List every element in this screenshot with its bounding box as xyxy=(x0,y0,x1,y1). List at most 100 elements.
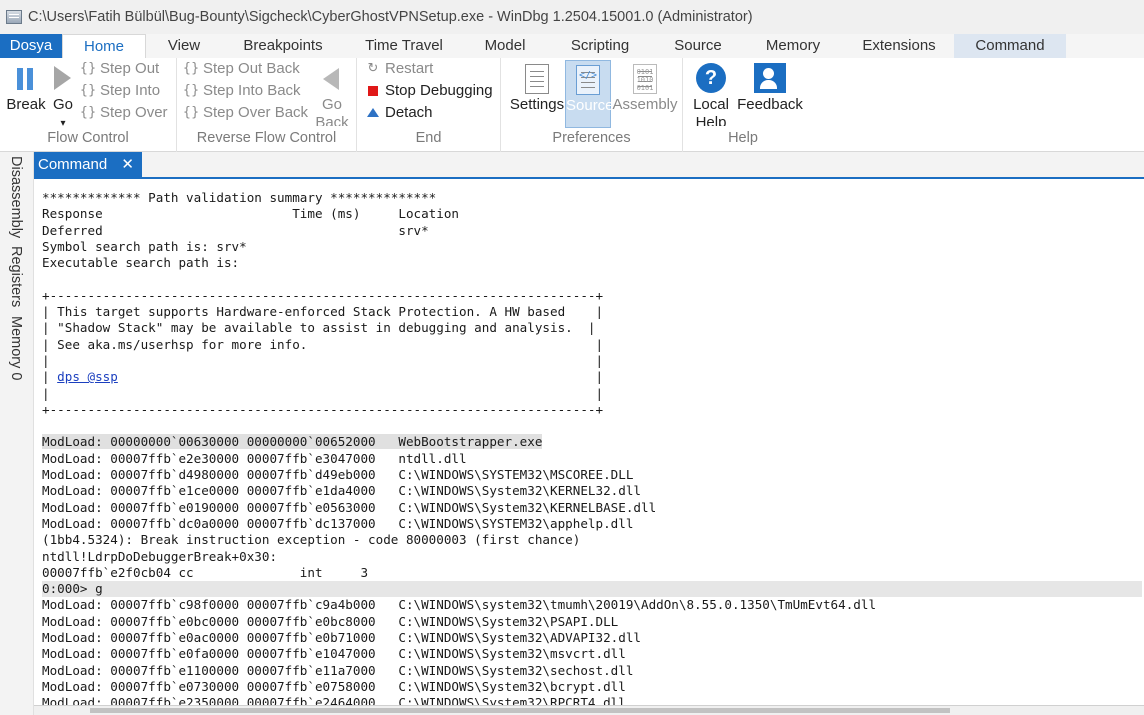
tab-source[interactable]: Source xyxy=(654,34,742,58)
tab-memory[interactable]: Memory xyxy=(742,34,844,58)
group-label-flow-control: Flow Control xyxy=(47,130,129,146)
command-output[interactable]: ************* Path validation summary **… xyxy=(34,179,1144,705)
output-line: (1bb4.5324): Break instruction exception… xyxy=(42,532,581,548)
local-help-button[interactable]: ? Local Help xyxy=(685,60,737,128)
tab-dosya[interactable]: Dosya xyxy=(0,34,62,58)
side-tab-registers[interactable]: Registers xyxy=(8,246,24,307)
output-line: ModLoad: 00007ffb`e1ce0000 00007ffb`e1da… xyxy=(42,483,641,499)
step-out-icon: {} xyxy=(79,61,97,76)
detach-icon xyxy=(365,105,381,121)
feedback-person-icon xyxy=(754,63,786,93)
output-line: ModLoad: 00007ffb`e0190000 00007ffb`e056… xyxy=(42,499,657,515)
step-into-icon: {} xyxy=(79,83,97,98)
output-line: | See aka.ms/userhsp for more info. | xyxy=(42,336,604,352)
go-back-icon xyxy=(323,68,339,90)
question-mark-icon: ? xyxy=(696,63,726,93)
tab-extensions[interactable]: Extensions xyxy=(844,34,954,58)
output-line: ModLoad: 00007ffb`e0730000 00007ffb`e075… xyxy=(42,678,626,694)
dps-ssp-link[interactable]: dps @ssp xyxy=(57,369,118,384)
group-preferences: Settings </> Source 0101 1010 0101 Assembl… xyxy=(501,58,683,152)
close-icon[interactable]: ✕ xyxy=(121,152,134,178)
settings-button[interactable]: Settings xyxy=(509,60,565,128)
step-out-button[interactable]: {} Step Out xyxy=(80,58,159,80)
settings-icon xyxy=(525,64,549,94)
group-label-end: End xyxy=(415,130,442,146)
step-over-back-icon: {} xyxy=(182,105,200,120)
output-line: ModLoad: 00007ffb`e0ac0000 00007ffb`e0b7… xyxy=(42,630,641,646)
stop-icon xyxy=(365,83,381,99)
command-output-text: ************* Path validation summary **… xyxy=(42,190,1142,705)
restart-button[interactable]: ↻ Restart xyxy=(365,58,434,80)
source-code-glyph: </> xyxy=(578,70,598,81)
group-flow-control: Break Go ▾ {} Step Out {} Step Into {} Step… xyxy=(0,58,177,152)
scrollbar-thumb[interactable] xyxy=(90,708,950,713)
group-help: ? Local Help Feedback Help xyxy=(683,58,803,152)
pause-icon xyxy=(14,68,36,90)
output-line-selected: ModLoad: 00000000`00630000 00000000`0065… xyxy=(42,434,543,450)
output-line: | | xyxy=(42,385,604,401)
output-line: Executable search path is: xyxy=(42,255,240,271)
tab-time-travel[interactable]: Time Travel xyxy=(344,34,464,58)
command-tab-bar: Command ✕ xyxy=(34,152,1144,178)
output-line: +---------------------------------------… xyxy=(42,401,604,417)
window-title: C:\Users\Fatih Bülbül\Bug-Bounty\Sigchec… xyxy=(28,9,753,25)
stop-debugging-button[interactable]: Stop Debugging xyxy=(365,80,493,102)
side-tab-strip: Disassembly Registers Memory 0 xyxy=(0,152,34,715)
output-line: ModLoad: 00007ffb`dc0a0000 00007ffb`dc13… xyxy=(42,515,634,531)
step-over-back-button[interactable]: {} Step Over Back xyxy=(183,102,308,124)
output-line: ModLoad: 00007ffb`c98f0000 00007ffb`c9a4… xyxy=(42,597,877,613)
output-line: ModLoad: 00007ffb`e2350000 00007ffb`e246… xyxy=(42,695,626,705)
command-window-tab[interactable]: Command ✕ xyxy=(34,152,142,178)
step-out-back-button[interactable]: {} Step Out Back xyxy=(183,58,300,80)
tab-home[interactable]: Home xyxy=(62,34,146,58)
output-line: | "Shadow Stack" may be available to ass… xyxy=(42,320,596,336)
step-into-back-icon: {} xyxy=(182,83,200,98)
side-tab-disassembly[interactable]: Disassembly xyxy=(8,156,24,238)
step-over-button[interactable]: {} Step Over xyxy=(80,102,168,124)
step-into-back-button[interactable]: {} Step Into Back xyxy=(183,80,301,102)
go-dropdown-icon: ▾ xyxy=(60,118,66,129)
tab-model[interactable]: Model xyxy=(464,34,546,58)
output-line: Deferred srv* xyxy=(42,222,429,238)
detach-button[interactable]: Detach xyxy=(365,102,433,124)
break-button[interactable]: Break xyxy=(4,60,48,128)
group-reverse-flow-control: {} Step Out Back {} Step Into Back {} Step … xyxy=(177,58,357,152)
play-icon xyxy=(54,66,71,90)
output-line: ************* Path validation summary **… xyxy=(42,190,437,205)
output-line: ModLoad: 00007ffb`d4980000 00007ffb`d49e… xyxy=(42,467,634,483)
go-back-button[interactable]: Go Back xyxy=(313,60,351,128)
side-tab-memory-0[interactable]: Memory 0 xyxy=(8,316,24,380)
output-line: 00007ffb`e2f0cb04 cc int 3 xyxy=(42,564,369,580)
step-into-button[interactable]: {} Step Into xyxy=(80,80,160,102)
output-line: ModLoad: 00007ffb`e0bc0000 00007ffb`e0bc… xyxy=(42,613,619,629)
windbg-app-icon xyxy=(6,10,22,24)
assembly-binary-glyph: 0101 1010 0101 xyxy=(636,68,654,92)
output-line: ModLoad: 00007ffb`e0fa0000 00007ffb`e104… xyxy=(42,646,626,662)
tab-view[interactable]: View xyxy=(146,34,222,58)
group-label-help: Help xyxy=(728,130,758,146)
output-line: +---------------------------------------… xyxy=(42,287,604,303)
output-line: ModLoad: 00007ffb`e2e30000 00007ffb`e304… xyxy=(42,450,467,466)
output-line: | | xyxy=(42,352,604,368)
horizontal-scrollbar[interactable] xyxy=(34,705,1144,715)
go-button[interactable]: Go ▾ xyxy=(48,60,78,129)
tab-scripting[interactable]: Scripting xyxy=(546,34,654,58)
assembly-button[interactable]: 0101 1010 0101 Assembly xyxy=(611,60,679,128)
group-label-reverse-flow-control: Reverse Flow Control xyxy=(196,130,337,146)
title-bar: C:\Users\Fatih Bülbül\Bug-Bounty\Sigchec… xyxy=(0,0,1144,34)
step-out-back-icon: {} xyxy=(182,61,200,76)
feedback-button[interactable]: Feedback xyxy=(737,60,803,128)
command-tab-label: Command xyxy=(38,156,108,173)
output-line: | This target supports Hardware-enforced… xyxy=(42,304,604,320)
group-end: ↻ Restart Stop Debugging Detach End xyxy=(357,58,501,152)
output-line: Response Time (ms) Location xyxy=(42,206,460,222)
group-label-preferences: Preferences xyxy=(552,130,631,146)
tab-breakpoints[interactable]: Breakpoints xyxy=(222,34,344,58)
restart-icon: ↻ xyxy=(367,61,379,76)
output-line: ModLoad: 00007ffb`e1100000 00007ffb`e11a… xyxy=(42,662,634,678)
tab-command[interactable]: Command xyxy=(954,34,1066,58)
output-line: ntdll!LdrpDoDebuggerBreak+0x30: xyxy=(42,548,278,564)
output-line-prompt: 0:000> g xyxy=(42,581,1142,598)
step-over-icon: {} xyxy=(79,105,97,120)
source-button[interactable]: </> Source xyxy=(565,60,614,128)
